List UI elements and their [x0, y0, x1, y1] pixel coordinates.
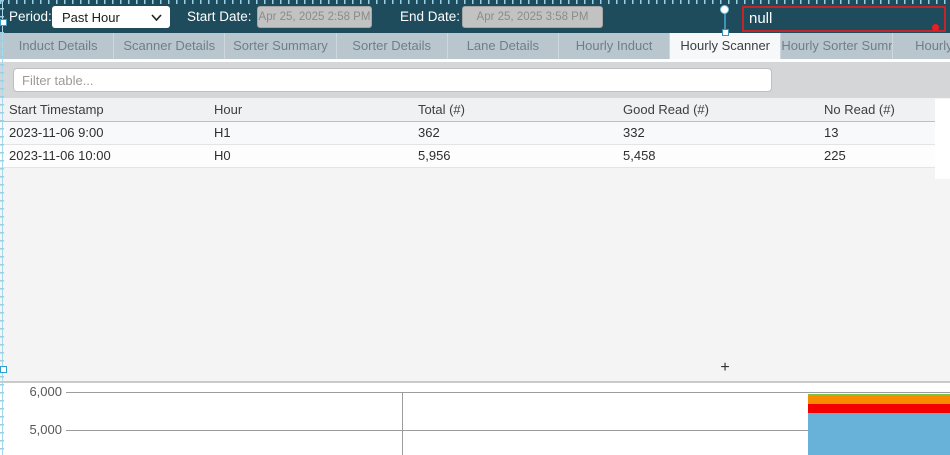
record-dot-icon	[932, 24, 939, 31]
chevron-down-icon	[151, 14, 162, 21]
table-cell: 362	[409, 121, 614, 144]
table-cell: 2023-11-06 9:00	[0, 121, 205, 144]
y-axis-tick-label: 5,000	[0, 422, 62, 437]
selection-handle-bottom-left[interactable]	[0, 366, 7, 373]
bar-segment-good-read-blue	[808, 413, 950, 455]
period-label: Period:	[9, 0, 52, 33]
table-cell: 13	[815, 121, 935, 144]
y-axis-tick-label: 6,000	[0, 384, 62, 399]
drag-handle-square[interactable]	[722, 29, 729, 36]
tab-scanner-details[interactable]: Scanner Details	[114, 33, 225, 59]
table-cell: 332	[614, 121, 815, 144]
tab-bar: Induct DetailsScanner DetailsSorter Summ…	[0, 33, 950, 59]
table-cell: H1	[205, 121, 409, 144]
bar-segment-orange-segment	[808, 396, 950, 404]
filter-input[interactable]	[13, 68, 772, 92]
tab-sorter-details[interactable]: Sorter Details	[337, 33, 448, 59]
column-header[interactable]: Start Timestamp	[0, 98, 205, 121]
add-icon[interactable]: +	[717, 360, 733, 376]
tab-lane-details[interactable]: Lane Details	[448, 33, 559, 59]
chart-area: 6,000 5,000	[0, 383, 950, 455]
table-header-row: Start TimestampHourTotal (#)Good Read (#…	[0, 98, 935, 121]
drag-handle-circle[interactable]	[720, 5, 729, 14]
tab-hourly-induct[interactable]: Hourly Induct	[559, 33, 670, 59]
tab-induct-details[interactable]: Induct Details	[3, 33, 114, 59]
column-header[interactable]: Total (#)	[409, 98, 614, 121]
tab-hourly-sort[interactable]: Hourly Sort	[893, 33, 950, 59]
vertical-gridline	[402, 393, 403, 455]
table-panel: Start TimestampHourTotal (#)Good Read (#…	[0, 98, 950, 381]
table-cell: 2023-11-06 10:00	[0, 144, 205, 167]
tab-hourly-scanner[interactable]: Hourly Scanner	[670, 33, 781, 59]
end-date-label: End Date:	[400, 0, 460, 33]
tab-hourly-sorter-summar[interactable]: Hourly Sorter Summar	[781, 33, 892, 59]
column-header[interactable]: Good Read (#)	[614, 98, 815, 121]
stacked-bar-h0	[808, 394, 950, 455]
column-header[interactable]: Hour	[205, 98, 409, 121]
end-date-input[interactable]: Apr 25, 2025 3:58 PM	[462, 6, 603, 28]
table-cell: 5,458	[614, 144, 815, 167]
selection-handle-top-left[interactable]	[0, 19, 7, 26]
start-date-input[interactable]: Apr 25, 2025 2:58 PM	[257, 6, 372, 28]
period-select[interactable]: Past Hour	[52, 6, 170, 28]
table-row[interactable]: 2023-11-06 9:00H136233213	[0, 121, 935, 144]
null-error-overlay: null	[742, 6, 946, 32]
tab-sorter-summary[interactable]: Sorter Summary	[225, 33, 336, 59]
scrollbar-track	[935, 99, 950, 179]
app-root: Period: Past Hour Start Date: Apr 25, 20…	[0, 0, 950, 455]
filter-bar	[0, 62, 950, 98]
table-cell: 5,956	[409, 144, 614, 167]
start-date-label: Start Date:	[187, 0, 252, 33]
table-cell: 225	[815, 144, 935, 167]
data-table: Start TimestampHourTotal (#)Good Read (#…	[0, 98, 935, 168]
null-text: null	[749, 10, 772, 27]
table-row[interactable]: 2023-11-06 10:00H05,9565,458225	[0, 144, 935, 167]
period-select-value: Past Hour	[62, 10, 151, 25]
column-header[interactable]: No Read (#)	[815, 98, 935, 121]
bar-segment-no-read-red	[808, 404, 950, 413]
table-cell: H0	[205, 144, 409, 167]
